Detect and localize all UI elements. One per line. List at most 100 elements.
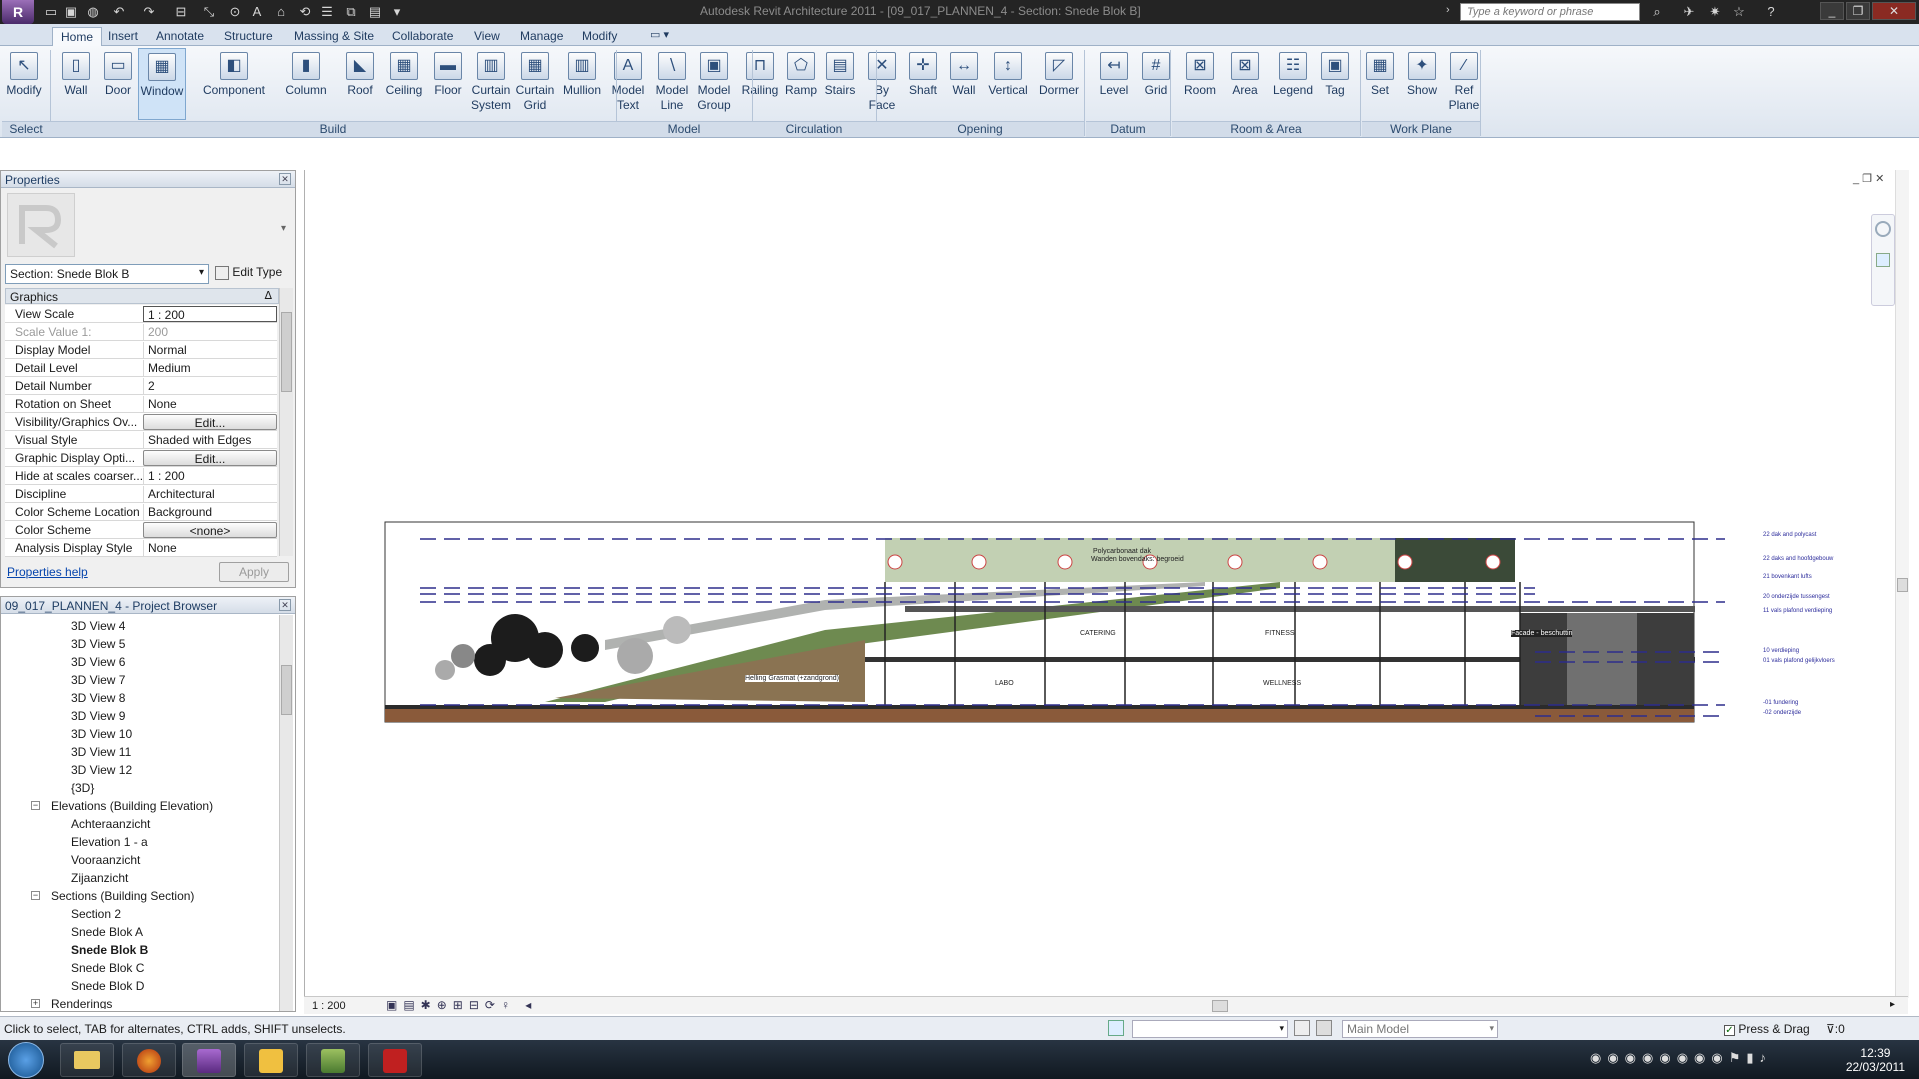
properties-scrollbar[interactable] bbox=[279, 288, 293, 556]
ribbon-shaft-button[interactable]: ✛ Shaft bbox=[904, 48, 942, 120]
ribbon-group-model[interactable]: Model bbox=[616, 121, 752, 137]
worksets-icon[interactable] bbox=[1108, 1020, 1124, 1036]
property-value[interactable]: Medium bbox=[143, 360, 277, 376]
property-row[interactable]: Detail Number 2 bbox=[5, 377, 277, 395]
binoculars-icon[interactable]: ⌕ bbox=[1648, 3, 1666, 21]
ribbon-ramp-button[interactable]: ⬠ Ramp bbox=[782, 48, 820, 120]
help-icon[interactable]: ? bbox=[1762, 3, 1780, 21]
tab-collaborate[interactable]: Collaborate bbox=[384, 27, 461, 46]
press-drag-toggle[interactable]: ✓ Press & Drag bbox=[1724, 1022, 1810, 1036]
property-value[interactable]: Normal bbox=[143, 342, 277, 358]
sync-icon[interactable]: ◍ bbox=[84, 3, 102, 21]
minimize-button[interactable]: _ bbox=[1820, 2, 1844, 20]
explorer-taskbar-icon[interactable] bbox=[60, 1043, 114, 1077]
ribbon-group-build[interactable]: Build bbox=[50, 121, 616, 137]
design-option-select[interactable]: Main Model ▾ bbox=[1342, 1020, 1498, 1038]
property-row[interactable]: Discipline Architectural bbox=[5, 485, 277, 503]
view-control-icons[interactable]: ▣▤✱⊕⊞⊟⟳♀ ◂ bbox=[386, 998, 537, 1012]
property-row[interactable]: Display Model Normal bbox=[5, 341, 277, 359]
scroll-thumb[interactable] bbox=[1897, 578, 1908, 592]
design-options-icon[interactable] bbox=[1294, 1020, 1310, 1036]
checkbox-icon[interactable]: ✓ bbox=[1724, 1025, 1735, 1036]
browser-item[interactable]: 3D View 6 bbox=[71, 653, 125, 671]
clock[interactable]: 12:39 22/03/2011 bbox=[1846, 1046, 1905, 1074]
ribbon-set-button[interactable]: ▦ Set bbox=[1362, 48, 1398, 120]
ribbon-legend-button[interactable]: ☷ Legend bbox=[1270, 48, 1316, 120]
ribbon-tag-button[interactable]: ▣ Tag bbox=[1316, 48, 1354, 120]
close-button[interactable]: ✕ bbox=[1872, 2, 1916, 20]
ribbon-ceiling-button[interactable]: ▦ Ceiling bbox=[384, 48, 424, 120]
property-value[interactable]: 2 bbox=[143, 378, 277, 394]
revit-taskbar-icon[interactable] bbox=[182, 1043, 236, 1077]
ribbon-curtain-system-button[interactable]: ▥ Curtain System bbox=[470, 48, 512, 120]
browser-item[interactable]: Snede Blok B bbox=[71, 941, 148, 959]
ribbon-dormer-button[interactable]: ◸ Dormer bbox=[1036, 48, 1082, 120]
tree-expander-icon[interactable]: + bbox=[31, 999, 40, 1008]
scroll-right-icon[interactable]: ▸ bbox=[1890, 999, 1895, 1010]
browser-item[interactable]: 3D View 10 bbox=[71, 725, 132, 743]
outlook-taskbar-icon[interactable] bbox=[244, 1043, 298, 1077]
open-icon[interactable]: ▭ bbox=[42, 3, 60, 21]
acrobat-taskbar-icon[interactable] bbox=[368, 1043, 422, 1077]
browser-item[interactable]: Snede Blok C bbox=[71, 959, 144, 977]
ribbon-column-button[interactable]: ▮ Column bbox=[278, 48, 334, 120]
restore-button[interactable]: ❐ bbox=[1846, 2, 1870, 20]
property-value[interactable]: 200 bbox=[143, 324, 277, 340]
save-icon[interactable]: ▣ bbox=[62, 3, 80, 21]
ribbon-wall-button[interactable]: ↔ Wall bbox=[944, 48, 984, 120]
section-icon[interactable]: ⟲ bbox=[296, 3, 314, 21]
browser-item[interactable]: Snede Blok A bbox=[71, 923, 143, 941]
redo-icon[interactable]: ↷ bbox=[140, 3, 158, 21]
ribbon-group-work-plane[interactable]: Work Plane bbox=[1362, 121, 1480, 137]
ribbon-vertical-button[interactable]: ↕ Vertical bbox=[986, 48, 1030, 120]
search-arrow-icon[interactable]: › bbox=[1446, 4, 1450, 16]
ribbon-railing-button[interactable]: ⊓ Railing bbox=[740, 48, 780, 120]
ribbon-floor-button[interactable]: ▬ Floor bbox=[428, 48, 468, 120]
apply-button[interactable]: Apply bbox=[219, 562, 289, 582]
ribbon-roof-button[interactable]: ◣ Roof bbox=[340, 48, 380, 120]
graphics-group-header[interactable]: Graphics ᐃ bbox=[5, 288, 279, 304]
subscription-icon[interactable]: ✈ bbox=[1680, 3, 1698, 21]
default-3d-icon[interactable]: ⌂ bbox=[272, 3, 290, 21]
browser-item[interactable]: Vooraanzicht bbox=[71, 851, 140, 869]
property-value[interactable]: None bbox=[143, 540, 277, 556]
property-row[interactable]: Analysis Display Style None bbox=[5, 539, 277, 557]
communication-icon[interactable]: ✷ bbox=[1706, 3, 1724, 21]
browser-item[interactable]: 3D View 4 bbox=[71, 617, 125, 635]
property-row[interactable]: Visibility/Graphics Ov... Edit... bbox=[5, 413, 277, 431]
property-value[interactable]: None bbox=[143, 396, 277, 412]
edit-type-button[interactable]: Edit Type bbox=[215, 265, 282, 280]
browser-item[interactable]: Achteraanzicht bbox=[71, 815, 150, 833]
ribbon-group-select[interactable]: Select bbox=[2, 121, 50, 137]
section-drawing[interactable] bbox=[305, 170, 1895, 998]
ribbon-group-opening[interactable]: Opening bbox=[876, 121, 1084, 137]
filter-icon[interactable]: ⊽:0 bbox=[1826, 1022, 1845, 1036]
preview-dropdown-icon[interactable]: ▾ bbox=[281, 223, 286, 234]
autocad-taskbar-icon[interactable] bbox=[306, 1043, 360, 1077]
browser-item[interactable]: Sections (Building Section) bbox=[51, 887, 194, 905]
ribbon-window-button[interactable]: ▦ Window bbox=[138, 48, 186, 120]
property-value[interactable]: Architectural bbox=[143, 486, 277, 502]
property-value[interactable]: Shaded with Edges bbox=[143, 432, 277, 448]
ribbon-ref-plane-button[interactable]: ⁄ Ref Plane bbox=[1444, 48, 1484, 120]
property-row[interactable]: Detail Level Medium bbox=[5, 359, 277, 377]
app-logo[interactable]: R bbox=[2, 0, 34, 24]
ribbon-model-group-button[interactable]: ▣ Model Group bbox=[692, 48, 736, 120]
ribbon-group-room-area[interactable]: Room & Area bbox=[1172, 121, 1360, 137]
ribbon-stairs-button[interactable]: ▤ Stairs bbox=[820, 48, 860, 120]
favorites-icon[interactable]: ☆ bbox=[1730, 3, 1748, 21]
browser-item[interactable]: Snede Blok D bbox=[71, 977, 144, 995]
browser-item[interactable]: 3D View 8 bbox=[71, 689, 125, 707]
ribbon-wall-button[interactable]: ▯ Wall bbox=[56, 48, 96, 120]
property-row[interactable]: View Scale 1 : 200 bbox=[5, 305, 277, 323]
scroll-thumb[interactable] bbox=[281, 312, 292, 392]
browser-item[interactable]: {3D} bbox=[71, 779, 94, 797]
property-edit-button[interactable]: Edit... bbox=[143, 450, 277, 466]
browser-scrollbar[interactable] bbox=[279, 615, 293, 1011]
ribbon-level-button[interactable]: ↤ Level bbox=[1094, 48, 1134, 120]
start-button[interactable] bbox=[8, 1042, 44, 1078]
ribbon-modify-button[interactable]: ↖ Modify bbox=[4, 48, 44, 120]
ribbon-curtain-grid-button[interactable]: ▦ Curtain Grid bbox=[514, 48, 556, 120]
ribbon-mullion-button[interactable]: ▥ Mullion bbox=[560, 48, 604, 120]
drawing-canvas[interactable]: _ ❐ ✕ Polycarbonaat dak Wanden bovendaks… bbox=[304, 170, 1909, 998]
